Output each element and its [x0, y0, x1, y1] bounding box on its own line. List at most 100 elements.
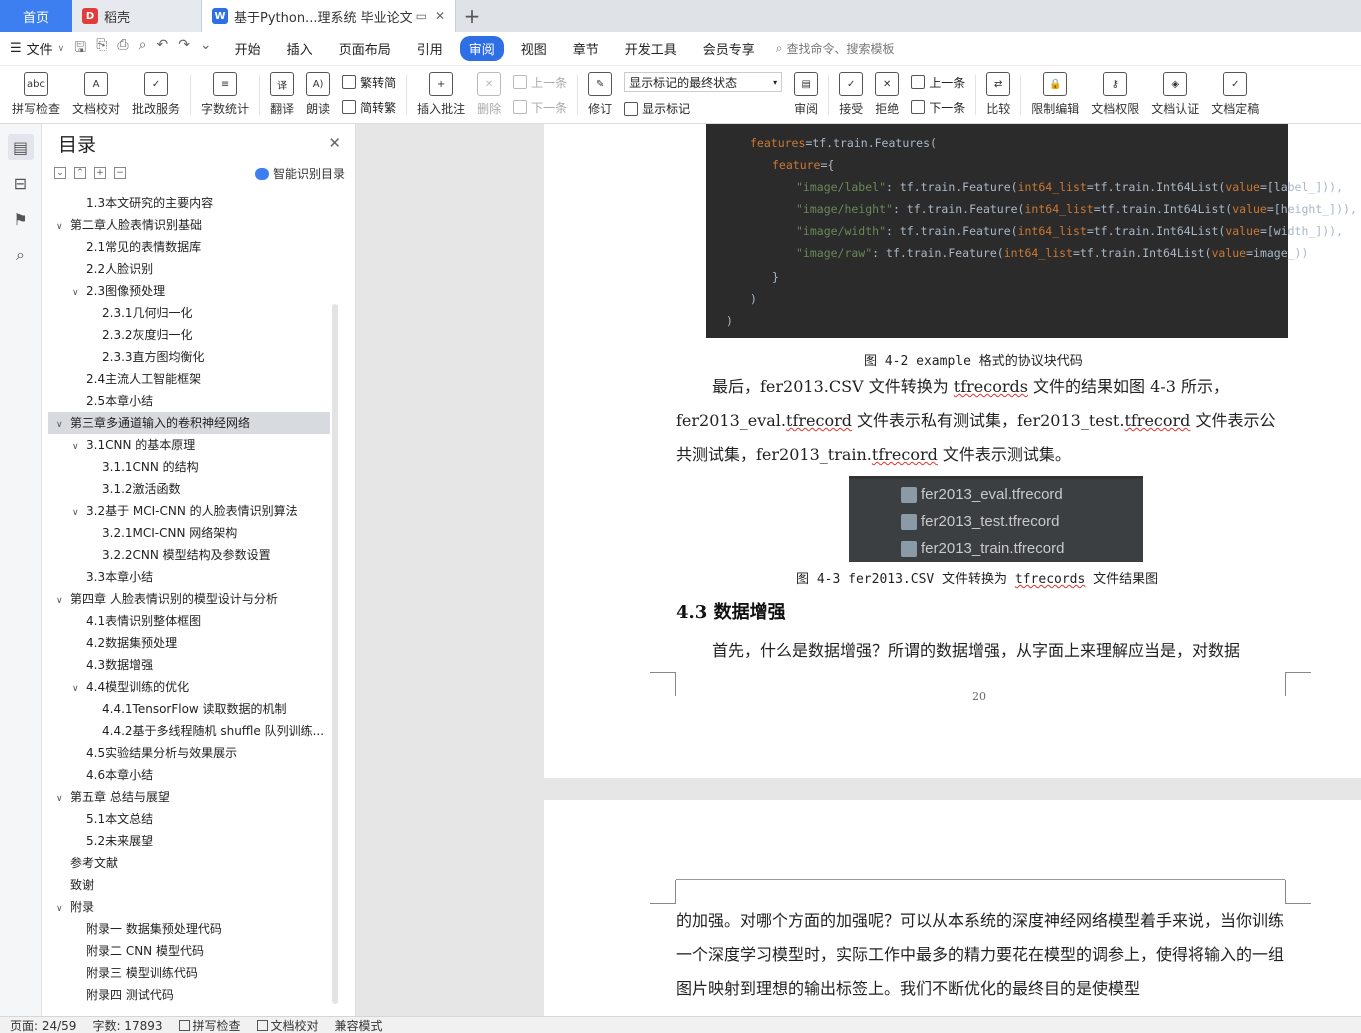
chevron-down-icon[interactable]: ∨ — [72, 502, 86, 522]
expand-all-icon[interactable]: + — [94, 167, 106, 179]
tab-document[interactable]: W 基于Python...理系统 毕业论文 ▭ ✕ — [202, 0, 456, 32]
chevron-down-icon[interactable]: ∨ — [56, 590, 70, 610]
chevron-down-icon[interactable]: ∨ — [72, 436, 86, 456]
review-pane-button[interactable]: ▤ 审阅 — [788, 68, 824, 122]
chevron-down-icon[interactable]: ∨ — [56, 216, 70, 236]
toc-item[interactable]: 4.4.2基于多线程随机 shuffle 队列训练... — [48, 720, 330, 742]
doc-proof-toggle[interactable]: 文档校对 — [256, 1017, 319, 1033]
chevron-down-icon[interactable]: ∨ — [72, 678, 86, 698]
reject-button[interactable]: ✕ 拒绝 — [869, 68, 905, 122]
to-simplified-button[interactable]: 简转繁 — [342, 99, 396, 116]
doc-certify-button[interactable]: ◈ 文档认证 — [1145, 68, 1205, 122]
toc-item[interactable]: 附录三 模型训练代码 — [48, 962, 330, 984]
smart-toc-button[interactable]: 智能识别目录 — [254, 165, 345, 182]
tab-home[interactable]: 首页 — [0, 0, 72, 32]
spell-check-button[interactable]: abc 拼写检查 — [6, 68, 66, 122]
print-preview-icon[interactable]: ⌕ — [139, 37, 147, 61]
toc-item[interactable]: 4.2数据集预处理 — [48, 632, 330, 654]
menu-reference[interactable]: 引用 — [408, 36, 452, 61]
prev-comment-button[interactable]: 上一条 — [513, 74, 567, 91]
chapter-nav-icon[interactable]: ⊟ — [8, 170, 34, 196]
annotate-service-button[interactable]: ✓ 批改服务 — [126, 68, 186, 122]
toc-item[interactable]: ∨ 第二章人脸表情识别基础 — [48, 214, 330, 236]
menu-page-layout[interactable]: 页面布局 — [330, 36, 400, 61]
toc-item[interactable]: 4.5实验结果分析与效果展示 — [48, 742, 330, 764]
toc-item[interactable]: 4.4.1TensorFlow 读取数据的机制 — [48, 698, 330, 720]
toc-item[interactable]: 2.1常见的表情数据库 — [48, 236, 330, 258]
toc-item[interactable]: 参考文献 — [48, 852, 330, 874]
toc-item[interactable]: ∨ 附录 — [48, 896, 330, 918]
toc-item[interactable]: 3.1.2激活函数 — [48, 478, 330, 500]
next-change-button[interactable]: 下一条 — [911, 99, 965, 116]
toc-item[interactable]: 4.6本章小结 — [48, 764, 330, 786]
toc-item[interactable]: 5.1本文总结 — [48, 808, 330, 830]
menu-review[interactable]: 审阅 — [459, 36, 504, 61]
bookmark-icon[interactable]: ⚑ — [8, 206, 34, 232]
prev-change-button[interactable]: 上一条 — [911, 74, 965, 91]
markup-state-select[interactable]: 显示标记的最终状态 ▾ — [624, 72, 783, 92]
toc-item[interactable]: ∨ 4.4模型训练的优化 — [48, 676, 330, 698]
toc-item[interactable]: 2.5本章小结 — [48, 390, 330, 412]
toc-item[interactable]: 2.3.1几何归一化 — [48, 302, 330, 324]
expand-level-icon[interactable]: ⌄ — [54, 167, 66, 179]
doc-permission-button[interactable]: ⚷ 文档权限 — [1085, 68, 1145, 122]
toc-item[interactable]: 3.2.1MCI-CNN 网络架构 — [48, 522, 330, 544]
doc-finalize-button[interactable]: ✓ 文档定稿 — [1205, 68, 1265, 122]
close-tab-icon[interactable]: ✕ — [435, 9, 445, 23]
compare-button[interactable]: ⇄ 比较 — [980, 68, 1016, 122]
to-traditional-button[interactable]: 繁转简 — [342, 74, 396, 91]
toc-item[interactable]: 附录一 数据集预处理代码 — [48, 918, 330, 940]
toc-item[interactable]: 3.3本章小结 — [48, 566, 330, 588]
toc-item[interactable]: ∨ 3.1CNN 的基本原理 — [48, 434, 330, 456]
track-changes-button[interactable]: ✎ 修订 — [582, 68, 618, 122]
more-icon[interactable]: ⌄ — [200, 37, 212, 61]
insert-comment-button[interactable]: + 插入批注 — [411, 68, 471, 122]
toc-panel-icon[interactable]: ▤ — [7, 134, 34, 160]
redo-icon[interactable]: ↷ — [178, 37, 190, 61]
toc-item[interactable]: ∨ 3.2基于 MCI-CNN 的人脸表情识别算法 — [48, 500, 330, 522]
delete-comment-button[interactable]: ✕ 删除 — [471, 68, 507, 122]
document-area[interactable]: features=tf.train.Features( feature={ "i… — [357, 124, 1361, 1016]
undo-icon[interactable]: ↶ — [156, 37, 168, 61]
chevron-down-icon[interactable]: ∨ — [56, 414, 70, 434]
next-comment-button[interactable]: 下一条 — [513, 99, 567, 116]
menu-view[interactable]: 视图 — [512, 36, 556, 61]
toc-item[interactable]: 4.3数据增强 — [48, 654, 330, 676]
show-markup-button[interactable]: 显示标记 — [624, 100, 782, 117]
toc-item[interactable]: 2.3.2灰度归一化 — [48, 324, 330, 346]
spell-check-toggle[interactable]: 拼写检查 — [178, 1017, 241, 1033]
page-indicator[interactable]: 页面: 24/59 — [10, 1017, 76, 1033]
menu-chapter[interactable]: 章节 — [564, 36, 608, 61]
accept-button[interactable]: ✓ 接受 — [833, 68, 869, 122]
word-count-indicator[interactable]: 字数: 17893 — [92, 1017, 162, 1033]
command-search[interactable]: ⌕ 查找命令、搜索模板 — [776, 40, 895, 57]
file-menu[interactable]: ☰ 文件 ∨ — [0, 39, 74, 58]
close-icon[interactable]: ✕ — [328, 134, 341, 152]
read-aloud-button[interactable]: A) 朗读 — [300, 68, 336, 122]
toc-item[interactable]: 附录四 测试代码 — [48, 984, 330, 1006]
collapse-level-icon[interactable]: ⌃ — [74, 167, 86, 179]
new-tab-button[interactable]: + — [456, 0, 488, 32]
tab-daoke[interactable]: D 稻壳 — [72, 0, 202, 32]
menu-dev-tools[interactable]: 开发工具 — [616, 36, 686, 61]
toc-item[interactable]: 致谢 — [48, 874, 330, 896]
toc-item[interactable]: ∨ 第三章多通道输入的卷积神经网络 — [48, 412, 330, 434]
menu-start[interactable]: 开始 — [226, 36, 270, 61]
word-count-button[interactable]: ≡ 字数统计 — [195, 68, 255, 122]
toc-item[interactable]: 2.3.3直方图均衡化 — [48, 346, 330, 368]
toc-item[interactable]: 1.3本文研究的主要内容 — [48, 192, 330, 214]
toc-item[interactable]: ∨ 第五章 总结与展望 — [48, 786, 330, 808]
toc-item[interactable]: 2.2人脸识别 — [48, 258, 330, 280]
pin-icon[interactable]: ▭ — [416, 9, 427, 23]
save-icon[interactable]: 🖫 — [74, 37, 86, 61]
restrict-edit-button[interactable]: 🔒 限制编辑 — [1025, 68, 1085, 122]
menu-insert[interactable]: 插入 — [278, 36, 322, 61]
toc-item[interactable]: 附录二 CNN 模型代码 — [48, 940, 330, 962]
toc-item[interactable]: 3.1.1CNN 的结构 — [48, 456, 330, 478]
toc-item[interactable]: 2.4主流人工智能框架 — [48, 368, 330, 390]
toc-item[interactable]: 5.2未来展望 — [48, 830, 330, 852]
menu-member[interactable]: 会员专享 — [694, 36, 764, 61]
toc-item[interactable]: ∨ 第四章 人脸表情识别的模型设计与分析 — [48, 588, 330, 610]
search-icon[interactable]: ⌕ — [8, 242, 34, 268]
chevron-down-icon[interactable]: ∨ — [56, 898, 70, 918]
